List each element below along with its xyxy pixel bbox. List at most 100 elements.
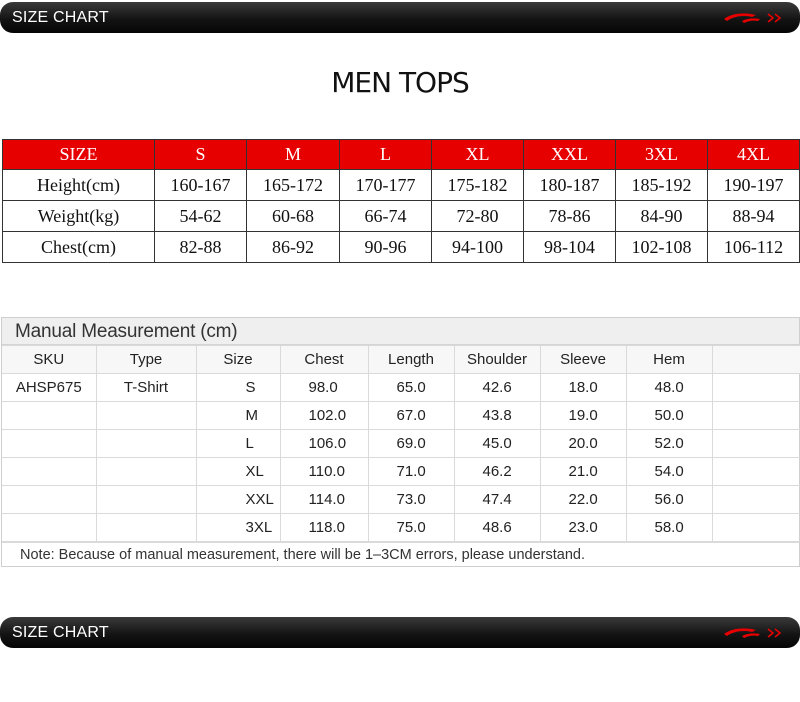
manual-measurement-table: SKU Type Size Chest Length Shoulder Slee…: [2, 345, 800, 542]
type-cell: [95, 457, 197, 486]
empty-cell: [711, 513, 800, 542]
length-cell: 75.0: [367, 513, 455, 542]
table-cell: 165-172: [246, 169, 340, 201]
column-header-hem: Hem: [625, 345, 713, 374]
sleeve-cell: 22.0: [539, 485, 627, 514]
table-cell: 185-192: [615, 169, 708, 201]
length-cell: 71.0: [367, 457, 455, 486]
table-cell: 84-90: [615, 200, 708, 232]
page-title: MEN TOPS: [331, 66, 470, 99]
type-cell: [95, 401, 197, 430]
table-cell: 98-104: [523, 231, 616, 263]
banner-title: SIZE CHART: [12, 8, 109, 26]
hem-cell: 56.0: [625, 485, 713, 514]
hem-cell: 50.0: [625, 401, 713, 430]
table-cell: 175-182: [431, 169, 524, 201]
empty-cell: [711, 457, 800, 486]
size-col-header: XXL: [523, 139, 616, 170]
chest-cell: 118.0: [279, 513, 369, 542]
brand-logo-icon: [724, 12, 782, 23]
size-cell: S: [195, 373, 281, 402]
hem-cell: 58.0: [625, 513, 713, 542]
table-row: M 102.0 67.0 43.8 19.0 50.0: [2, 401, 800, 430]
chest-cell: 106.0: [279, 429, 369, 458]
manual-header-row: SKU Type Size Chest Length Shoulder Slee…: [2, 345, 800, 374]
table-cell: 90-96: [339, 231, 432, 263]
length-cell: 67.0: [367, 401, 455, 430]
table-cell: 54-62: [154, 200, 247, 232]
size-header-row: SIZE S M L XL XXL 3XL 4XL: [2, 139, 800, 170]
table-cell: 82-88: [154, 231, 247, 263]
table-cell: 94-100: [431, 231, 524, 263]
type-cell: [95, 485, 197, 514]
size-col-header: L: [339, 139, 432, 170]
table-row: XL 110.0 71.0 46.2 21.0 54.0: [2, 457, 800, 486]
sku-cell: [2, 513, 97, 542]
table-row: AHSP675 T-Shirt S 98.0 65.0 42.6 18.0 48…: [2, 373, 800, 402]
column-header-empty: [711, 345, 800, 374]
chest-cell: 102.0: [279, 401, 369, 430]
empty-cell: [711, 401, 800, 430]
table-cell: 86-92: [246, 231, 340, 263]
size-cell: XL: [195, 457, 281, 486]
sleeve-cell: 20.0: [539, 429, 627, 458]
table-cell: 72-80: [431, 200, 524, 232]
length-cell: 69.0: [367, 429, 455, 458]
table-row: Weight(kg) 54-62 60-68 66-74 72-80 78-86…: [2, 200, 800, 232]
table-row: XXL 114.0 73.0 47.4 22.0 56.0: [2, 485, 800, 514]
shoulder-cell: 42.6: [453, 373, 541, 402]
size-cell: 3XL: [195, 513, 281, 542]
table-cell: 78-86: [523, 200, 616, 232]
sleeve-cell: 21.0: [539, 457, 627, 486]
shoulder-cell: 43.8: [453, 401, 541, 430]
row-label: Chest(cm): [2, 231, 155, 263]
bottom-banner: SIZE CHART: [0, 617, 800, 648]
size-chart-table: SIZE S M L XL XXL 3XL 4XL Height(cm) 160…: [2, 139, 800, 263]
size-col-header: 4XL: [707, 139, 800, 170]
table-cell: 170-177: [339, 169, 432, 201]
size-col-header: 3XL: [615, 139, 708, 170]
sku-cell: [2, 401, 97, 430]
size-col-header: M: [246, 139, 340, 170]
shoulder-cell: 48.6: [453, 513, 541, 542]
table-row: L 106.0 69.0 45.0 20.0 52.0: [2, 429, 800, 458]
row-label: Height(cm): [2, 169, 155, 201]
empty-cell: [711, 429, 800, 458]
sku-cell: [2, 485, 97, 514]
type-cell: [95, 429, 197, 458]
chest-cell: 98.0: [279, 373, 369, 402]
table-row: Height(cm) 160-167 165-172 170-177 175-1…: [2, 169, 800, 201]
type-cell: [95, 513, 197, 542]
table-row: Chest(cm) 82-88 86-92 90-96 94-100 98-10…: [2, 231, 800, 263]
size-cell: L: [195, 429, 281, 458]
size-header-label: SIZE: [2, 139, 155, 170]
table-cell: 106-112: [707, 231, 800, 263]
hem-cell: 48.0: [625, 373, 713, 402]
row-label: Weight(kg): [2, 200, 155, 232]
size-cell: XXL: [195, 485, 281, 514]
sku-cell: AHSP675: [2, 373, 97, 402]
chest-cell: 110.0: [279, 457, 369, 486]
column-header-chest: Chest: [279, 345, 369, 374]
column-header-sku: SKU: [2, 345, 97, 374]
length-cell: 73.0: [367, 485, 455, 514]
manual-measurement-panel: Manual Measurement (cm) SKU Type Size Ch…: [1, 317, 800, 567]
column-header-shoulder: Shoulder: [453, 345, 541, 374]
column-header-length: Length: [367, 345, 455, 374]
sleeve-cell: 19.0: [539, 401, 627, 430]
sleeve-cell: 23.0: [539, 513, 627, 542]
shoulder-cell: 45.0: [453, 429, 541, 458]
empty-cell: [711, 373, 800, 402]
type-cell: T-Shirt: [95, 373, 197, 402]
chest-cell: 114.0: [279, 485, 369, 514]
measurement-note: Note: Because of manual measurement, the…: [2, 542, 799, 569]
length-cell: 65.0: [367, 373, 455, 402]
size-col-header: XL: [431, 139, 524, 170]
hem-cell: 54.0: [625, 457, 713, 486]
shoulder-cell: 46.2: [453, 457, 541, 486]
table-cell: 160-167: [154, 169, 247, 201]
manual-measurement-title: Manual Measurement (cm): [2, 318, 799, 345]
table-cell: 190-197: [707, 169, 800, 201]
table-row: 3XL 118.0 75.0 48.6 23.0 58.0: [2, 513, 800, 542]
banner-title: SIZE CHART: [12, 623, 109, 641]
